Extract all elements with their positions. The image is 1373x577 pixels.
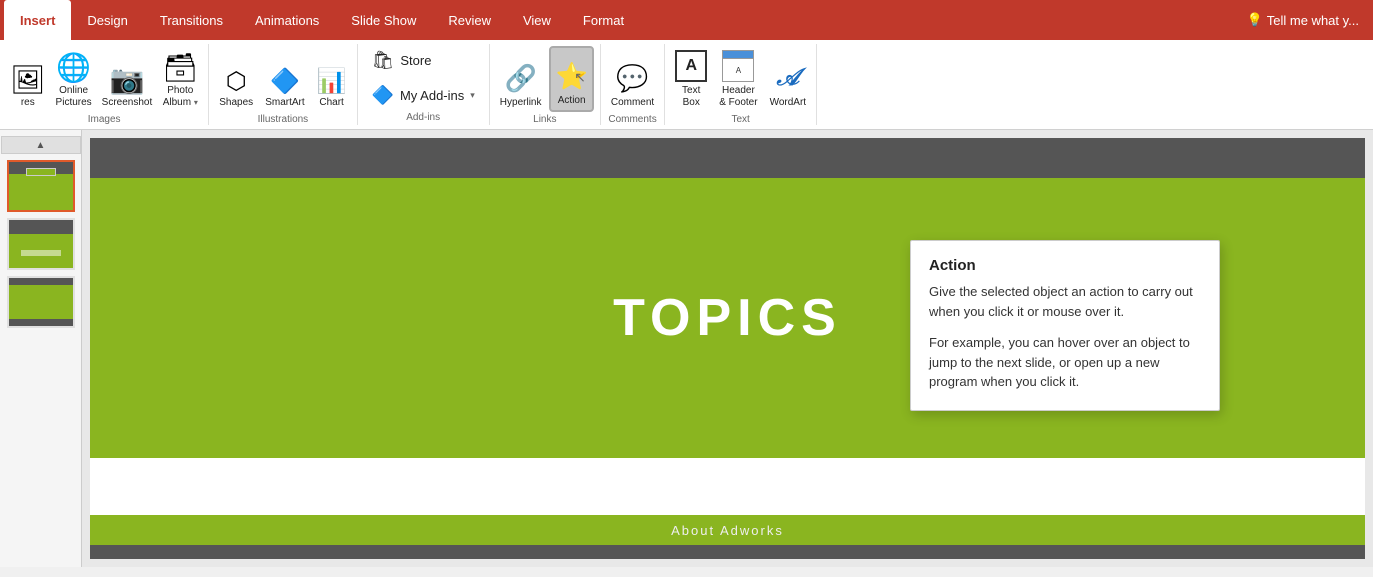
action-button[interactable]: ⭐ Action ↖ (549, 46, 593, 112)
tab-design[interactable]: Design (71, 0, 143, 40)
online-pictures-button[interactable]: 🌐 Online Pictures (52, 46, 96, 112)
group-illustrations: ⬡ Shapes 🔷 SmartArt 📊 Chart Illustration… (209, 44, 357, 125)
tab-review[interactable]: Review (432, 0, 507, 40)
tab-view[interactable]: View (507, 0, 567, 40)
pictures-button[interactable]: 🖼 res (6, 46, 50, 112)
text-buttons: A Text Box A Header & Footer 𝒜 WordArt (671, 46, 810, 112)
tab-format[interactable]: Format (567, 0, 640, 40)
slide-bottom-text: About Adworks (671, 523, 784, 538)
shapes-button[interactable]: ⬡ Shapes (215, 46, 257, 112)
tooltip-para1: Give the selected object an action to ca… (929, 282, 1201, 321)
action-label: Action (558, 95, 586, 107)
links-group-label: Links (533, 114, 556, 127)
screenshot-icon: 📷 (110, 66, 145, 94)
addins-content: 🛍 Store 🔷 My Add-ins ▾ (364, 46, 483, 110)
slide-thumb-2-content (9, 220, 73, 268)
illustrations-group-label: Illustrations (258, 114, 309, 127)
lightbulb-icon: 💡 (1247, 12, 1263, 28)
cursor-icon: ↖ (574, 69, 586, 86)
my-addins-button[interactable]: 🔷 My Add-ins ▾ (364, 81, 483, 110)
scroll-up-button[interactable]: ▲ (1, 136, 81, 154)
slide-title: TOPICS (613, 288, 842, 348)
pictures-label: res (21, 97, 35, 109)
comment-button[interactable]: 💬 Comment (607, 46, 658, 112)
comment-icon: 💬 (616, 63, 648, 94)
group-comments: 💬 Comment Comments (601, 44, 665, 125)
tab-slideshow[interactable]: Slide Show (335, 0, 432, 40)
my-addins-icon: 🔷 (372, 85, 394, 106)
group-links: 🔗 Hyperlink ⭐ Action ↖ Links (490, 44, 601, 125)
tab-insert[interactable]: Insert (4, 0, 71, 40)
text-box-label: Text Box (682, 85, 700, 109)
store-button[interactable]: 🛍 Store (364, 46, 440, 75)
header-footer-icon: A (722, 50, 754, 82)
tell-me-bar[interactable]: 💡 Tell me what y... (1229, 6, 1373, 34)
wordart-label: WordArt (770, 97, 807, 109)
store-icon: 🛍 (372, 50, 395, 71)
screenshot-button[interactable]: 📷 Screenshot (98, 46, 157, 112)
slide-bottom-accent: About Adworks (90, 515, 1365, 545)
photo-album-label: Photo Album ▾ (163, 85, 198, 109)
tooltip-body: Give the selected object an action to ca… (929, 282, 1201, 392)
slide-thumb-1-content (9, 162, 73, 210)
smartart-icon: 🔷 (270, 70, 300, 94)
slide-thumb-1[interactable] (7, 160, 75, 212)
comments-group-label: Comments (608, 114, 656, 127)
shapes-icon: ⬡ (226, 70, 247, 94)
pictures-icon: 🖼 (10, 66, 46, 94)
hyperlink-label: Hyperlink (500, 97, 542, 109)
my-addins-arrow: ▾ (470, 90, 475, 101)
wordart-button[interactable]: 𝒜 WordArt (766, 46, 811, 112)
screenshot-label: Screenshot (102, 97, 153, 109)
group-text: A Text Box A Header & Footer 𝒜 WordArt T… (665, 44, 817, 125)
addins-group-label: Add-ins (406, 112, 440, 125)
images-buttons: 🖼 res 🌐 Online Pictures 📷 Screenshot 🗃 P… (6, 46, 202, 112)
slide-top-bar (90, 138, 1365, 178)
tab-transitions[interactable]: Transitions (144, 0, 239, 40)
text-box-icon: A (675, 50, 707, 82)
tooltip-title: Action (929, 257, 1201, 274)
comment-label: Comment (611, 97, 654, 109)
slide-thumb-3-content (9, 278, 73, 326)
slide-thumb-indicator (26, 168, 56, 176)
comments-buttons: 💬 Comment (607, 46, 658, 112)
photo-album-icon: 🗃 (162, 54, 198, 82)
slide-thumb-2[interactable] (7, 218, 75, 270)
text-group-label: Text (731, 114, 749, 127)
store-label: Store (400, 53, 431, 68)
tab-animations[interactable]: Animations (239, 0, 335, 40)
smartart-button[interactable]: 🔷 SmartArt (261, 46, 308, 112)
header-footer-button[interactable]: A Header & Footer (715, 46, 761, 112)
illustrations-buttons: ⬡ Shapes 🔷 SmartArt 📊 Chart (215, 46, 350, 112)
photo-album-button[interactable]: 🗃 Photo Album ▾ (158, 46, 202, 112)
slides-sidebar: ▲ (0, 130, 82, 567)
smartart-label: SmartArt (265, 97, 304, 109)
group-addins: 🛍 Store 🔷 My Add-ins ▾ Add-ins (358, 44, 490, 125)
links-buttons: 🔗 Hyperlink ⭐ Action ↖ (496, 46, 594, 112)
slide-bottom-bar (90, 545, 1365, 559)
chart-icon: 📊 (317, 70, 347, 94)
text-box-button[interactable]: A Text Box (671, 46, 711, 112)
wordart-icon: 𝒜 (772, 62, 804, 94)
shapes-label: Shapes (219, 97, 253, 109)
action-tooltip: Action Give the selected object an actio… (910, 240, 1220, 411)
tab-bar: Insert Design Transitions Animations Sli… (0, 0, 1373, 40)
group-images: 🖼 res 🌐 Online Pictures 📷 Screenshot 🗃 P… (0, 44, 209, 125)
slide-thumb-3[interactable] (7, 276, 75, 328)
images-group-label: Images (88, 114, 121, 127)
my-addins-label: My Add-ins (400, 88, 464, 103)
ribbon-toolbar: 🖼 res 🌐 Online Pictures 📷 Screenshot 🗃 P… (0, 40, 1373, 130)
online-pictures-label: Online Pictures (56, 85, 92, 109)
chart-button[interactable]: 📊 Chart (313, 46, 351, 112)
chart-label: Chart (319, 97, 343, 109)
hyperlink-button[interactable]: 🔗 Hyperlink (496, 46, 546, 112)
tell-me-text: Tell me what y... (1267, 13, 1359, 28)
header-footer-label: Header & Footer (719, 85, 757, 109)
online-pictures-icon: 🌐 (56, 54, 91, 82)
tooltip-para2: For example, you can hover over an objec… (929, 333, 1201, 392)
hyperlink-icon: 🔗 (504, 63, 536, 94)
photo-album-arrow: ▾ (194, 98, 198, 107)
